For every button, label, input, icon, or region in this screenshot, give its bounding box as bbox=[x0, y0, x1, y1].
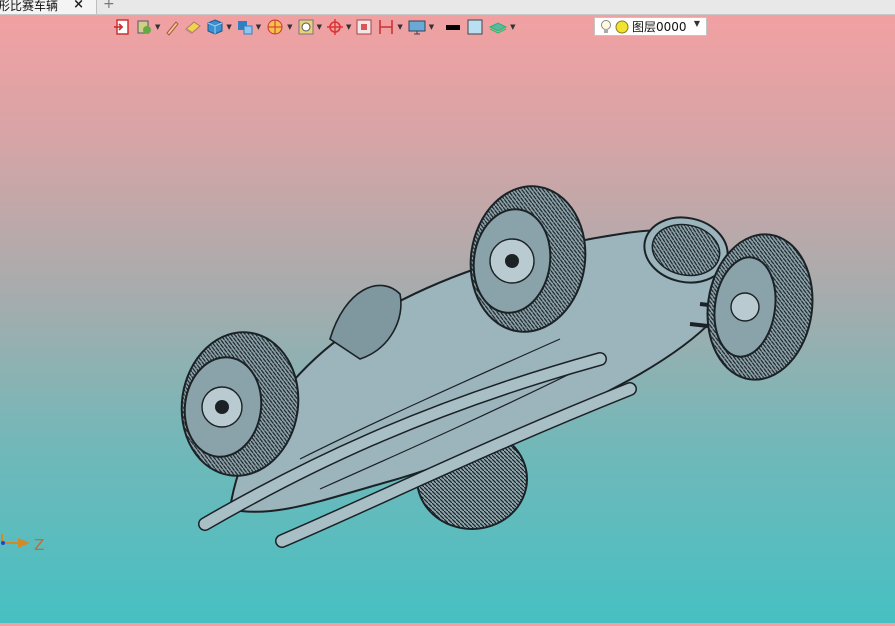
pencil-icon bbox=[166, 21, 180, 36]
view-orientation-button[interactable]: ▼ bbox=[236, 16, 261, 38]
chevron-down-icon: ▼ bbox=[397, 23, 403, 31]
exit-button[interactable] bbox=[113, 16, 131, 38]
fill-color-button[interactable] bbox=[466, 16, 484, 38]
exit-icon bbox=[114, 19, 129, 35]
layer-status-icon bbox=[615, 20, 629, 33]
target-button[interactable]: ▼ bbox=[326, 16, 351, 38]
eraser-icon bbox=[185, 21, 202, 34]
chevron-down-icon: ▼ bbox=[226, 23, 232, 31]
chevron-down-icon: ▼ bbox=[316, 23, 322, 31]
chevron-down-icon: ▼ bbox=[155, 23, 161, 31]
3d-viewport[interactable]: Z bbox=[0, 39, 895, 623]
document-tab-bar: 形比赛车辆 × + bbox=[0, 0, 895, 15]
layer-manager-button[interactable]: ▼ bbox=[488, 16, 516, 38]
render-mode-button[interactable]: ▼ bbox=[135, 16, 160, 38]
chevron-down-icon: ▼ bbox=[287, 23, 293, 31]
dimension-icon bbox=[379, 20, 394, 34]
chevron-down-icon: ▼ bbox=[693, 19, 700, 28]
axis-triad-icon bbox=[1, 534, 30, 548]
close-tab-icon[interactable]: × bbox=[73, 0, 84, 12]
frame-icon bbox=[356, 19, 372, 35]
lightbulb-icon bbox=[601, 19, 611, 33]
document-tab-label: 形比赛车辆 bbox=[0, 0, 59, 13]
fill-color-icon bbox=[467, 19, 483, 35]
eraser-button[interactable] bbox=[184, 16, 202, 38]
race-car-model[interactable] bbox=[0, 39, 895, 623]
section-button[interactable]: ▼ bbox=[265, 16, 293, 38]
chevron-down-icon: ▼ bbox=[428, 23, 435, 31]
sketch-button[interactable] bbox=[164, 16, 180, 38]
layer-select[interactable]: 图层0000 ▼ bbox=[594, 17, 707, 36]
display-button[interactable]: ▼ bbox=[407, 16, 434, 38]
chevron-down-icon: ▼ bbox=[255, 23, 262, 31]
new-tab-icon[interactable]: + bbox=[103, 0, 115, 12]
section-icon bbox=[267, 19, 283, 35]
view-orient-icon bbox=[237, 21, 253, 35]
line-color-icon bbox=[446, 25, 461, 30]
line-color-button[interactable] bbox=[444, 16, 462, 38]
chevron-down-icon: ▼ bbox=[510, 23, 516, 31]
render-mode-icon bbox=[137, 20, 151, 34]
dimension-button[interactable]: ▼ bbox=[377, 16, 403, 38]
fit-view-button[interactable]: ▼ bbox=[297, 16, 322, 38]
cube-shaded-icon bbox=[207, 19, 223, 35]
chevron-down-icon: ▼ bbox=[345, 23, 352, 31]
document-tab[interactable]: 形比赛车辆 × bbox=[0, 0, 97, 14]
view-toolbar: ▼ ▼ ▼ ▼ ▼ ▼ ▼ ▼ ▼ bbox=[113, 16, 520, 38]
layer-name: 图层0000 bbox=[632, 20, 687, 34]
target-icon bbox=[326, 19, 343, 35]
axis-triad: Z bbox=[0, 534, 60, 567]
layer-stack-icon bbox=[489, 22, 508, 34]
frame-button[interactable] bbox=[355, 16, 373, 38]
fit-view-icon bbox=[298, 19, 314, 35]
shaded-cube-button[interactable]: ▼ bbox=[206, 16, 232, 38]
z-axis-label: Z bbox=[34, 536, 45, 554]
display-icon bbox=[408, 20, 426, 35]
